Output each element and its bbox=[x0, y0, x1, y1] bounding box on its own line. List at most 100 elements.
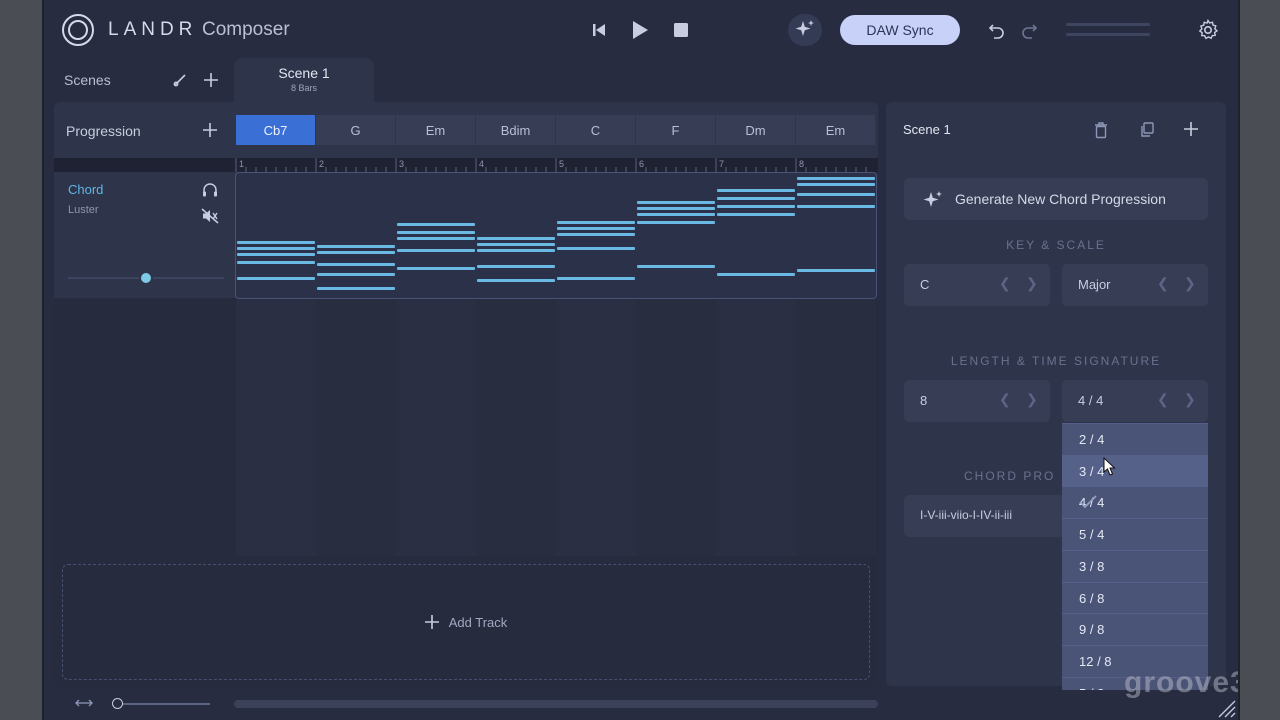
trash-icon[interactable] bbox=[1090, 119, 1112, 141]
note-bar bbox=[477, 237, 555, 240]
note-bar bbox=[797, 205, 875, 208]
note-bar bbox=[477, 249, 555, 252]
key-value: C bbox=[920, 277, 930, 292]
length-field[interactable]: 8 ❮ ❯ bbox=[904, 380, 1050, 422]
redo-icon[interactable] bbox=[1018, 18, 1040, 42]
key-scale-heading: KEY & SCALE bbox=[1006, 238, 1106, 252]
undo-icon[interactable] bbox=[986, 18, 1008, 42]
time-signature-option-label: 9 / 8 bbox=[1079, 622, 1105, 638]
time-signature-option[interactable]: 5 / 4 bbox=[1062, 518, 1208, 550]
chord-clip[interactable] bbox=[235, 172, 877, 299]
generate-label: Generate New Chord Progression bbox=[955, 191, 1166, 207]
key-prev-icon[interactable]: ❮ bbox=[999, 275, 1011, 292]
chord-cell-4[interactable]: Bdim bbox=[476, 115, 555, 145]
chord-cell-5[interactable]: C bbox=[556, 115, 635, 145]
settings-gear-icon[interactable] bbox=[1194, 16, 1222, 44]
arrangement-panel: Progression Cb7 G Em Bdim C F Dm Em 12345678 Ch… bbox=[54, 102, 878, 686]
left-window-edge bbox=[0, 0, 42, 720]
note-bar bbox=[317, 245, 395, 248]
note-bar bbox=[797, 269, 875, 272]
chord-cell-6[interactable]: F bbox=[636, 115, 715, 145]
chord-cell-3[interactable]: Em bbox=[396, 115, 475, 145]
panel-title: Scene 1 bbox=[903, 122, 951, 137]
chord-cell-2[interactable]: G bbox=[316, 115, 395, 145]
note-bar bbox=[797, 177, 875, 180]
bar-number-7: 7 bbox=[719, 159, 725, 169]
chord-cell-7[interactable]: Dm bbox=[716, 115, 795, 145]
note-bar bbox=[477, 243, 555, 246]
scale-field[interactable]: Major ❮ ❯ bbox=[1062, 264, 1208, 306]
time-signature-option-label: 3 / 8 bbox=[1079, 558, 1105, 574]
length-next-icon[interactable]: ❯ bbox=[1026, 391, 1038, 408]
headphones-icon[interactable] bbox=[200, 180, 220, 200]
note-bar bbox=[317, 287, 395, 290]
scale-next-icon[interactable]: ❯ bbox=[1184, 275, 1196, 292]
ai-sparkle-button[interactable] bbox=[788, 14, 822, 46]
time-signature-option[interactable]: 4 / 4 bbox=[1062, 486, 1208, 518]
note-bar bbox=[717, 197, 795, 200]
landr-composer-window: LANDR Composer DAW Sync Scenes Scene 1 8… bbox=[44, 0, 1238, 720]
time-signature-option-label: 2 / 4 bbox=[1079, 432, 1105, 447]
note-bar bbox=[397, 267, 475, 270]
track-instrument[interactable]: Luster bbox=[68, 204, 99, 216]
zoom-slider-track[interactable] bbox=[118, 703, 210, 705]
note-bar bbox=[637, 213, 715, 216]
add-scene-panel-icon[interactable] bbox=[1180, 118, 1202, 140]
length-prev-icon[interactable]: ❮ bbox=[999, 391, 1011, 408]
generate-progression-button[interactable]: Generate New Chord Progression bbox=[904, 178, 1208, 220]
note-bar bbox=[557, 277, 635, 280]
add-chord-icon[interactable] bbox=[200, 120, 220, 140]
chord-cell-1[interactable]: Cb7 bbox=[236, 115, 315, 145]
daw-sync-button[interactable]: DAW Sync bbox=[840, 15, 960, 45]
right-window-edge bbox=[1240, 0, 1280, 720]
time-signature-option[interactable]: 3 / 4 bbox=[1062, 454, 1208, 487]
mouse-pointer-icon bbox=[1102, 457, 1116, 477]
note-bar bbox=[797, 193, 875, 196]
add-scene-icon[interactable] bbox=[200, 69, 222, 91]
zoom-slider-knob[interactable] bbox=[112, 698, 123, 709]
note-bar bbox=[237, 247, 315, 250]
skip-back-icon[interactable] bbox=[588, 18, 610, 42]
note-bar bbox=[557, 221, 635, 224]
bar-number-8: 8 bbox=[799, 159, 805, 169]
mute-icon[interactable] bbox=[200, 206, 220, 226]
note-bar bbox=[317, 263, 395, 266]
level-meter-right bbox=[1066, 33, 1150, 36]
play-icon[interactable] bbox=[628, 16, 652, 44]
time-signature-option[interactable]: 6 / 8 bbox=[1062, 581, 1208, 614]
note-bar bbox=[397, 231, 475, 234]
time-signature-field[interactable]: 4 / 4 ❮ ❯ bbox=[1062, 380, 1208, 422]
time-signature-option-label: 12 / 8 bbox=[1079, 653, 1112, 669]
note-bar bbox=[237, 241, 315, 244]
time-signature-prev-icon[interactable]: ❮ bbox=[1157, 391, 1169, 408]
scale-prev-icon[interactable]: ❮ bbox=[1157, 275, 1169, 292]
note-bar bbox=[717, 205, 795, 208]
fit-width-icon[interactable] bbox=[74, 695, 94, 711]
horizontal-scrollbar[interactable] bbox=[234, 700, 878, 708]
empty-track-area bbox=[236, 300, 878, 556]
scene-tab-title: Scene 1 bbox=[278, 65, 330, 81]
track-name[interactable]: Chord bbox=[68, 182, 103, 197]
edit-scenes-icon[interactable] bbox=[170, 70, 190, 90]
length-time-heading: LENGTH & TIME SIGNATURE bbox=[950, 354, 1162, 368]
note-bar bbox=[557, 227, 635, 230]
key-field[interactable]: C ❮ ❯ bbox=[904, 264, 1050, 306]
time-signature-option[interactable]: 2 / 4 bbox=[1062, 423, 1208, 455]
note-bar bbox=[397, 223, 475, 226]
duplicate-icon[interactable] bbox=[1136, 119, 1158, 141]
time-signature-next-icon[interactable]: ❯ bbox=[1184, 391, 1196, 408]
note-bar bbox=[237, 261, 315, 264]
chord-progression-value: I-V-iii-viio-I-IV-ii-iii bbox=[920, 508, 1012, 522]
add-track-button[interactable]: Add Track bbox=[62, 564, 870, 680]
time-signature-option[interactable]: 3 / 8 bbox=[1062, 549, 1208, 582]
key-next-icon[interactable]: ❯ bbox=[1026, 275, 1038, 292]
volume-slider-knob[interactable] bbox=[139, 271, 153, 285]
resize-grip-icon[interactable] bbox=[1214, 696, 1236, 718]
stop-icon[interactable] bbox=[670, 18, 692, 42]
note-bar bbox=[397, 237, 475, 240]
scenes-label: Scenes bbox=[64, 72, 111, 88]
note-bar bbox=[317, 273, 395, 276]
scene-tab-1[interactable]: Scene 1 8 Bars bbox=[234, 58, 374, 102]
time-signature-option[interactable]: 9 / 8 bbox=[1062, 613, 1208, 645]
chord-cell-8[interactable]: Em bbox=[796, 115, 875, 145]
